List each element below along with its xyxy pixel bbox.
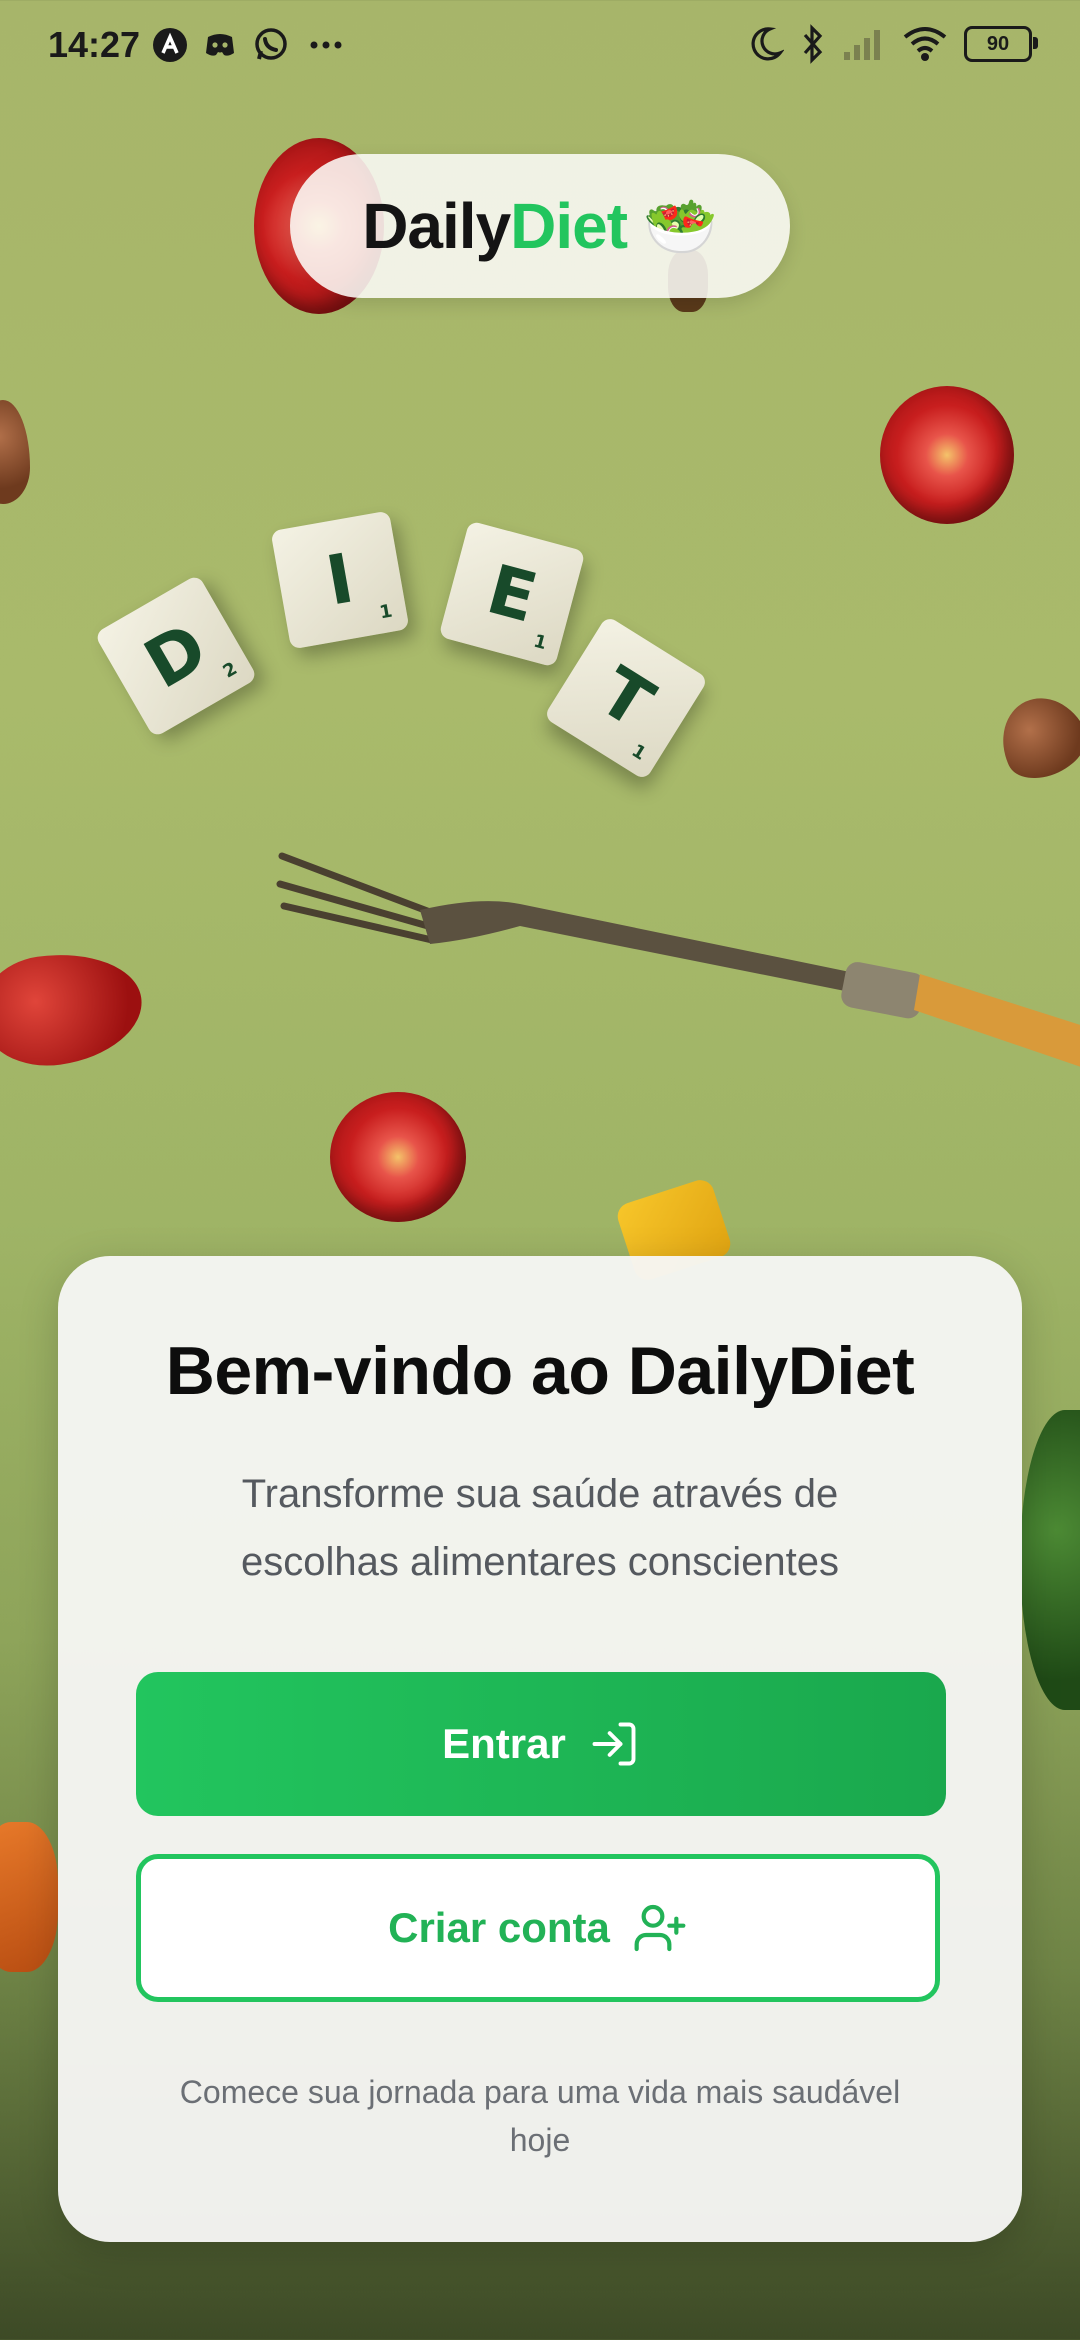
log-in-icon [592,1722,636,1766]
fork-decoration [276,852,1080,1067]
welcome-card: Bem-vindo ao DailyDiet Transforme sua sa… [58,1256,1022,2242]
signup-button[interactable]: Criar conta [136,1854,940,2002]
user-plus-icon [634,1904,686,1952]
brand-logo: DailyDiet [362,189,628,263]
welcome-subtitle: Transforme sua saúde através de escolhas… [240,1472,840,1584]
login-button-label: Entrar [442,1720,566,1767]
letter-tile: E 1 [438,520,586,668]
tile-points: 2 [219,658,241,683]
almond-decoration [987,683,1080,791]
leaf-decoration [1020,1410,1080,1710]
tile-points: 1 [531,630,549,655]
tile-letter: T [585,652,667,744]
battery-level: 90 [986,32,1010,55]
moon-icon [751,27,784,61]
brand-header: DailyDiet 🥗 [290,154,790,298]
letter-tile: D 2 [94,574,258,738]
notification-icons [152,26,348,64]
tile-points: 1 [627,740,650,765]
discord-icon [206,34,234,56]
salad-icon: 🥗 [643,192,718,260]
tomato-decoration [880,386,1014,524]
brand-name-diet: Diet [510,190,628,262]
tile-letter: E [479,549,545,639]
almond-decoration [0,400,30,504]
welcome-footer: Comece sua jornada para uma vida mais sa… [179,2074,901,2158]
tomato-decoration [330,1092,466,1222]
wifi-icon [903,27,947,61]
signup-button-label: Criar conta [388,1904,610,1951]
signal-icon [844,30,880,60]
bluetooth-icon [803,24,823,64]
carrot-decoration [0,1822,58,1972]
welcome-title: Bem-vindo ao DailyDiet [165,1333,915,1409]
login-button[interactable]: Entrar [136,1672,946,1816]
whatsapp-icon [255,28,287,60]
letter-tile: I 1 [270,510,410,650]
a-circle-icon [153,28,187,62]
system-icons: 90 [748,24,1038,64]
tile-points: 1 [377,600,394,624]
status-bar: 14:27 90 [0,0,1080,90]
letter-tile: T 1 [543,615,709,781]
brand-name-daily: Daily [362,190,511,262]
tile-letter: I [320,538,360,622]
tile-letter: D [131,607,221,705]
battery-indicator: 90 [964,26,1038,62]
more-icon [310,41,342,49]
status-time: 14:27 [48,24,141,65]
